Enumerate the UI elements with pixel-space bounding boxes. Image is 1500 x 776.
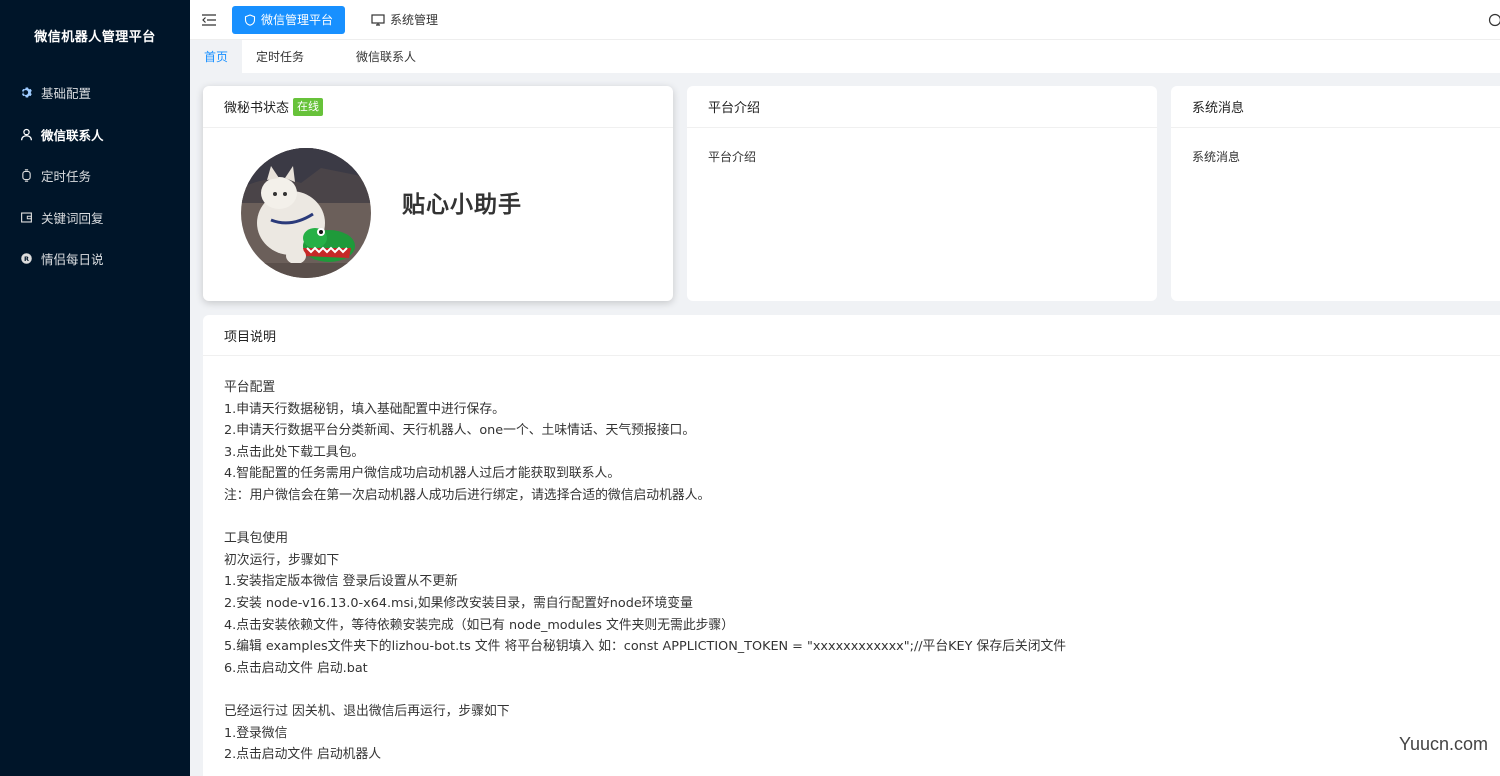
sidebar-item-label: 微信联系人 <box>41 127 104 143</box>
text-line: 4.智能配置的任务需用户微信成功启动机器人过后才能获取到联系人。 <box>224 466 621 482</box>
wallet-icon <box>20 211 33 224</box>
tab-scheduled-tasks[interactable]: 定时任务 <box>242 40 356 73</box>
text-line: 2.点击启动文件 启动机器人 <box>224 747 382 763</box>
text-line: 1.登录微信 <box>224 725 288 741</box>
nav-label: 微信管理平台 <box>261 13 334 27</box>
text-line: 1.申请天行数据秘钥，填入基础配置中进行保存。 <box>224 401 505 417</box>
sidebar-item-label: 定时任务 <box>41 169 92 185</box>
bot-status-card: 微秘书状态 在线 贴心小助手 <box>203 86 673 301</box>
section-platform-config: 平台配置 1.申请天行数据秘钥，填入基础配置中进行保存。 2.申请天行数据平台分… <box>224 377 1492 507</box>
bot-profile: 贴心小助手 <box>241 148 522 278</box>
nav-label: 系统管理 <box>390 13 439 27</box>
text-line: 1.安装指定版本微信 登录后设置从不更新 <box>224 574 458 590</box>
tab-wechat-contacts[interactable]: 微信联系人 <box>356 40 430 73</box>
sidebar-item-couple-daily[interactable]: R 情侣每日说 <box>0 238 190 280</box>
text-line: 平台配置 <box>224 380 276 395</box>
text-line: 2.安装 node-v16.13.0-x64.msi,如果修改安装目录，需自行配… <box>224 595 693 611</box>
nav-wechat-platform[interactable]: 微信管理平台 <box>232 5 346 34</box>
nav-system-management[interactable]: 系统管理 <box>371 6 438 34</box>
watermark: Yuucn.com <box>1398 734 1488 754</box>
card-title: 项目说明 <box>224 329 277 345</box>
monitor-icon <box>371 13 385 26</box>
card-header: 平台介绍 <box>687 86 1157 128</box>
card-title: 系统消息 <box>1192 101 1245 116</box>
text-line: 6.点击启动文件 启动.bat <box>224 660 368 676</box>
timer-icon <box>20 169 33 183</box>
text-line: 初次运行，步骤如下 <box>224 552 340 568</box>
download-link[interactable]: 3.点击此处下载工具包。 <box>224 442 1492 464</box>
user-icon <box>20 128 33 141</box>
page-tabs: 首页 定时任务 微信联系人 <box>190 40 1500 73</box>
sidebar-item-basic-config[interactable]: 基础配置 <box>0 72 190 114</box>
sidebar-item-keyword-reply[interactable]: 关键词回复 <box>0 197 190 239</box>
card-header: 项目说明 <box>203 315 1500 356</box>
card-body: 平台介绍 <box>708 150 757 164</box>
card-title: 平台介绍 <box>708 101 761 116</box>
svg-text:R: R <box>24 255 29 263</box>
text-line: 2.申请天行数据平台分类新闻、天行机器人、one一个、土味情话、天气预报接口。 <box>224 423 696 439</box>
sidebar-item-label: 情侣每日说 <box>41 252 104 268</box>
gear-icon <box>20 86 33 99</box>
sidebar-item-scheduled-tasks[interactable]: 定时任务 <box>0 155 190 197</box>
project-description-card: 项目说明 平台配置 1.申请天行数据秘钥，填入基础配置中进行保存。 2.申请天行… <box>203 315 1500 776</box>
text-line: 已经运行过 因关机、退出微信后再运行，步骤如下 <box>224 703 510 719</box>
card-header: 微秘书状态 在线 <box>203 86 673 128</box>
tab-home[interactable]: 首页 <box>190 40 243 73</box>
bot-name: 贴心小助手 <box>402 192 522 218</box>
sidebar-menu: 基础配置 微信联系人 定时任务 关键词回复 R 情侣每日说 <box>0 72 190 280</box>
avatar <box>241 148 371 278</box>
text-line: 注：用户微信会在第一次启动机器人成功后进行绑定，请选择合适的微信启动机器人。 <box>224 487 711 503</box>
card-title: 微秘书状态 <box>224 101 290 116</box>
sidebar-item-label: 基础配置 <box>41 86 92 102</box>
sidebar-item-label: 关键词回复 <box>41 210 104 226</box>
refresh-icon[interactable] <box>1488 12 1500 27</box>
app-root: 微信机器人管理平台 基础配置 微信联系人 定时任务 关键词回复 R 情侣每日说 … <box>0 0 1500 776</box>
system-message-card: 系统消息 系统消息 <box>1171 86 1500 301</box>
registered-icon: R <box>20 252 33 265</box>
sidebar-item-wechat-contacts[interactable]: 微信联系人 <box>0 114 190 156</box>
section-rerun: 已经运行过 因关机、退出微信后再运行，步骤如下 1.登录微信 2.点击启动文件 … <box>224 701 1492 766</box>
description-body: 平台配置 1.申请天行数据秘钥，填入基础配置中进行保存。 2.申请天行数据平台分… <box>203 356 1500 776</box>
brand-title: 微信机器人管理平台 <box>34 29 156 45</box>
status-badge: 在线 <box>293 97 324 116</box>
menu-collapse-icon[interactable] <box>199 10 219 30</box>
card-body: 系统消息 <box>1192 150 1241 164</box>
shield-icon <box>244 13 256 26</box>
top-header: 微信管理平台 系统管理 <box>190 0 1500 40</box>
platform-intro-card: 平台介绍 平台介绍 <box>687 86 1157 301</box>
text-line: 4.点击安装依赖文件，等待依赖安装完成（如已有 node_modules 文件夹… <box>224 617 735 633</box>
sidebar: 微信机器人管理平台 基础配置 微信联系人 定时任务 关键词回复 R 情侣每日说 <box>0 0 190 776</box>
section-toolkit-usage: 工具包使用 初次运行，步骤如下 1.安装指定版本微信 登录后设置从不更新 2.安… <box>224 528 1492 679</box>
text-line: 5.编辑 examples文件夹下的lizhou-bot.ts 文件 将平台秘钥… <box>224 639 1067 655</box>
card-header: 系统消息 <box>1171 86 1500 128</box>
text-line: 工具包使用 <box>224 531 288 547</box>
